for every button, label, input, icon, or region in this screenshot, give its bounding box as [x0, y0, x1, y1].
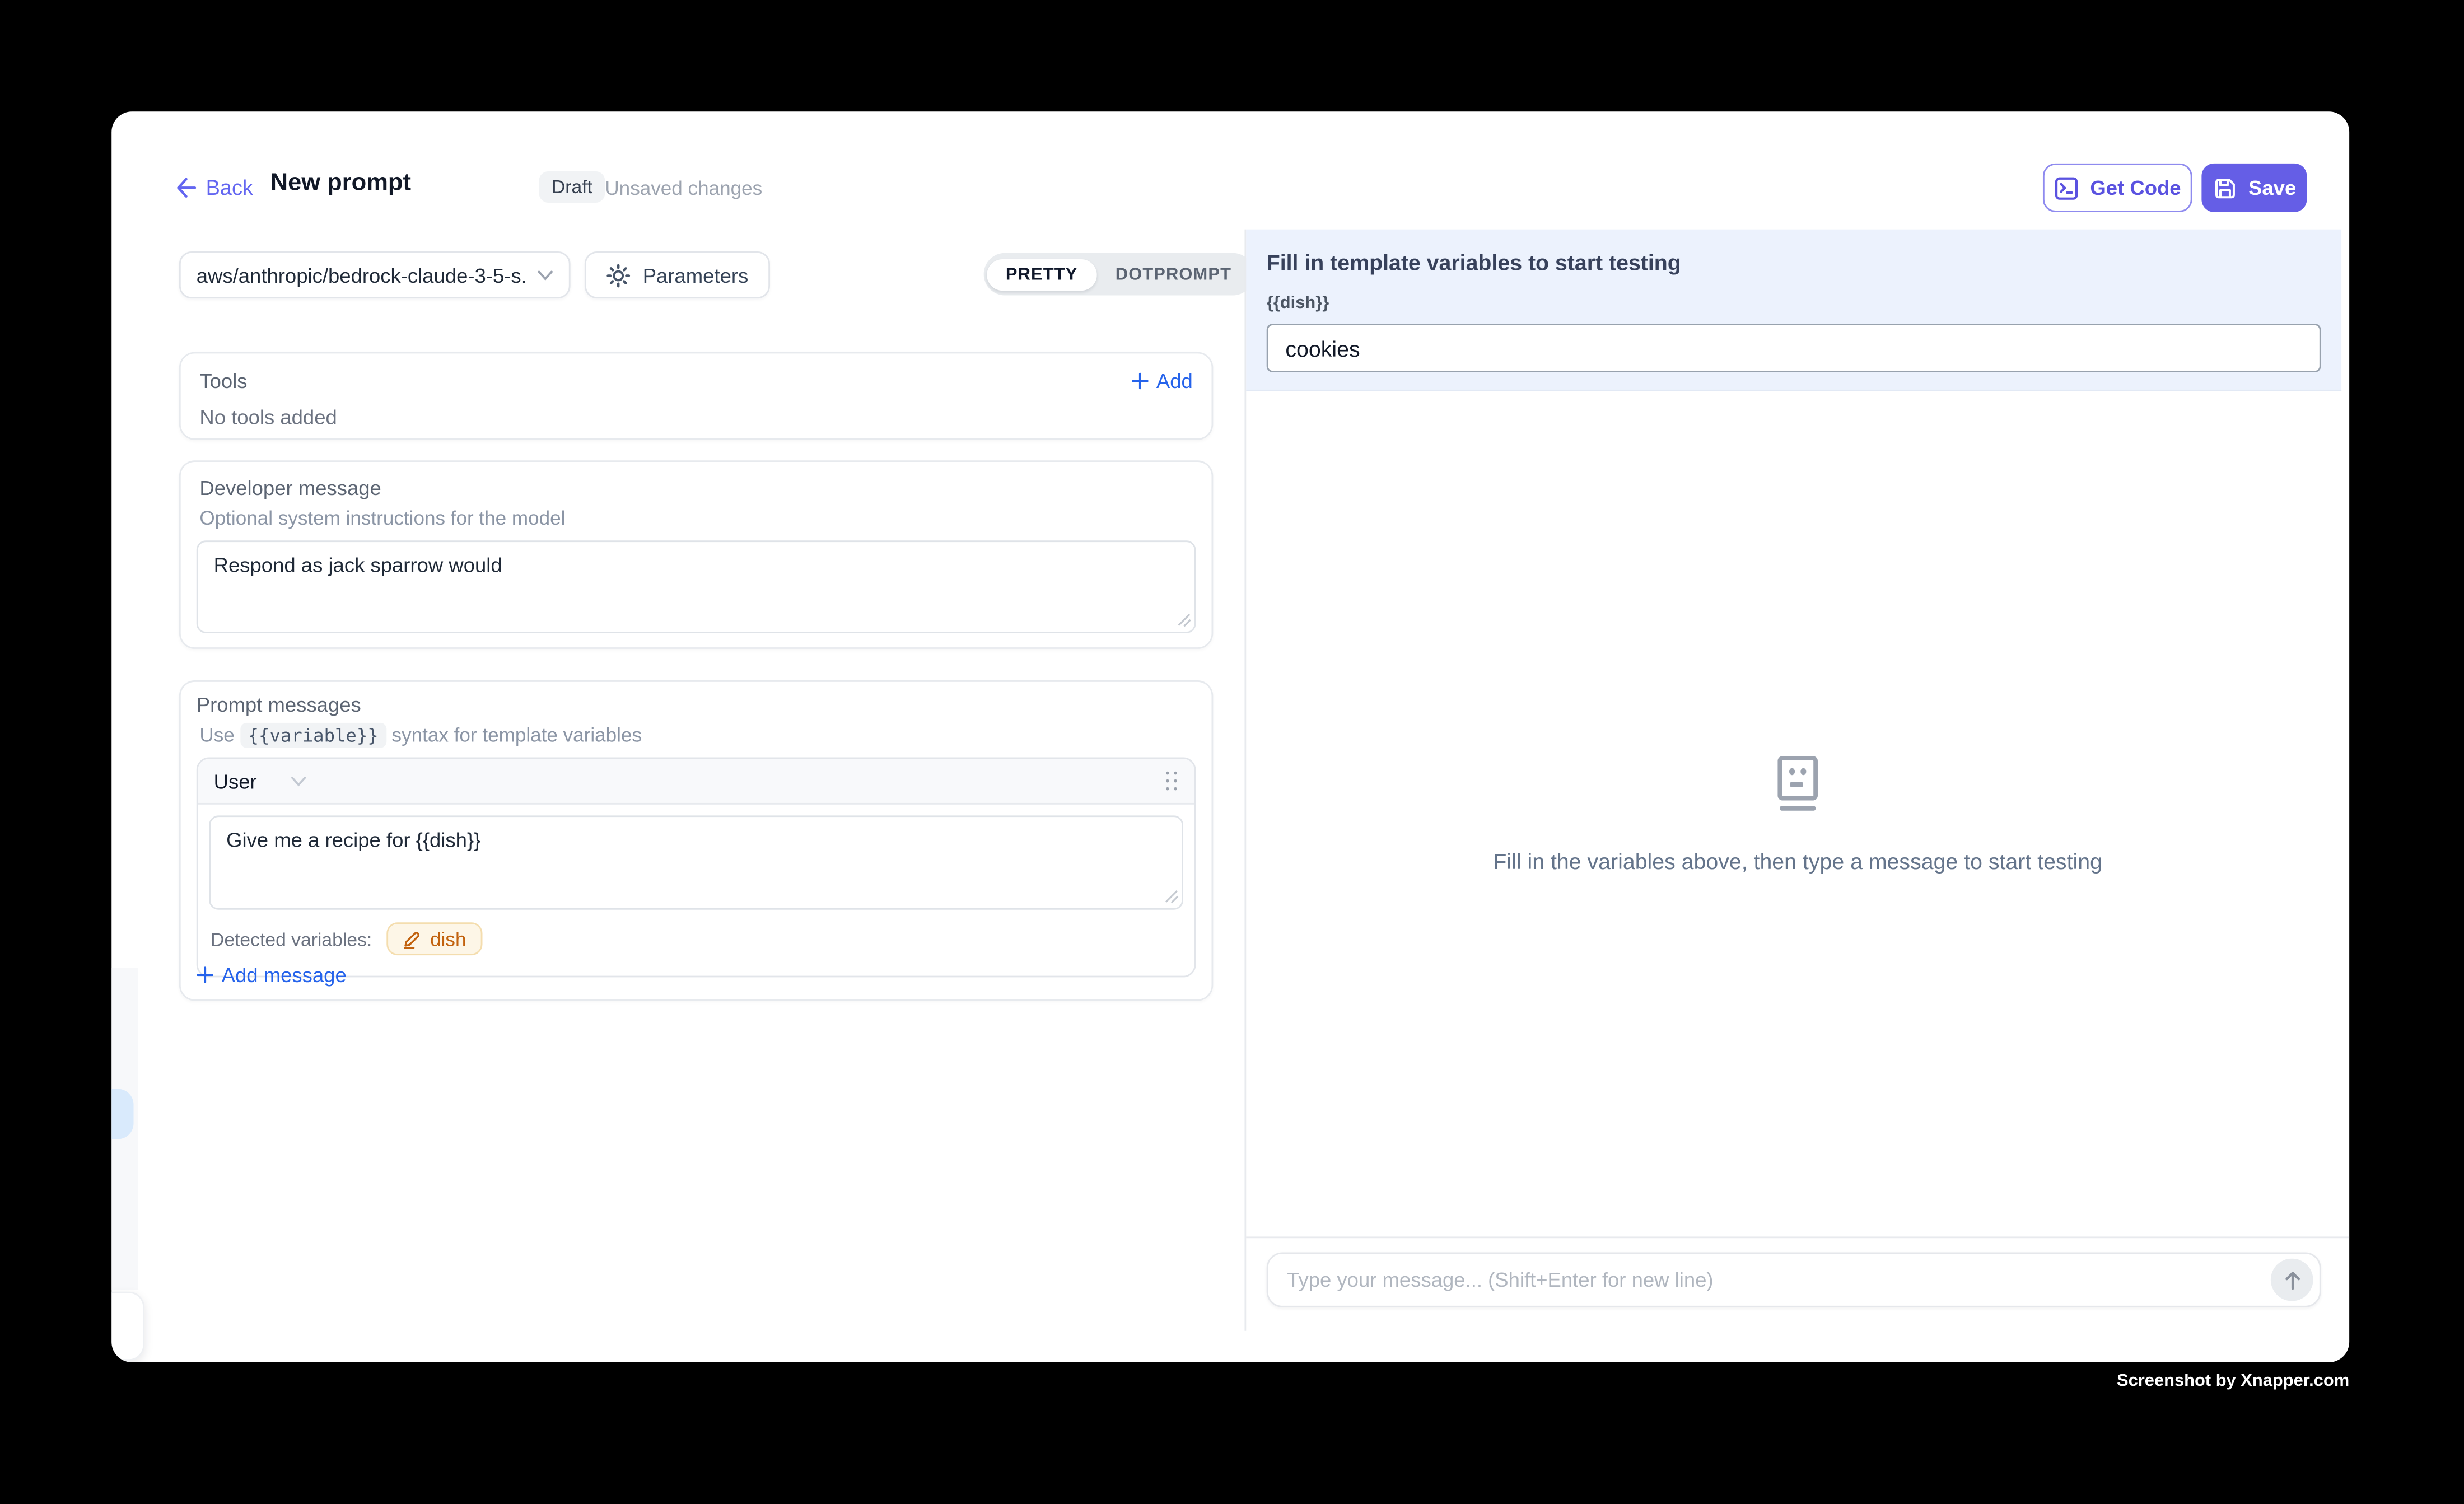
variable-badge-label: dish — [430, 928, 466, 950]
role-select-value: User — [214, 769, 257, 793]
watermark-text: Screenshot by Xnapper.com — [2117, 1372, 2349, 1391]
arrow-left-icon — [174, 178, 196, 198]
unsaved-changes-text: Unsaved changes — [605, 178, 762, 199]
get-code-label: Get Code — [2090, 176, 2181, 199]
screenshot-stage: Back New prompt Draft Unsaved changes Ge… — [0, 0, 2464, 1503]
tab-dotprompt[interactable]: DOTPROMPT — [1096, 259, 1250, 290]
parameters-label: Parameters — [643, 263, 749, 287]
gear-icon — [606, 263, 630, 287]
add-tool-label: Add — [1156, 369, 1193, 393]
cropped-sidebar-active-item — [111, 1089, 133, 1139]
save-icon — [2212, 175, 2237, 200]
variable-badge-dish[interactable]: dish — [386, 922, 482, 955]
role-select[interactable]: User — [214, 769, 307, 793]
add-tool-button[interactable]: Add — [1131, 369, 1193, 393]
pencil-icon — [402, 930, 421, 949]
plus-icon — [197, 966, 214, 984]
send-button[interactable] — [2271, 1259, 2313, 1301]
variable-name-label: {{dish}} — [1267, 294, 2341, 313]
message-block: User Give me a recipe for {{dish}} Detec… — [197, 758, 1196, 978]
back-label: Back — [206, 176, 253, 199]
save-button[interactable]: Save — [2201, 164, 2307, 212]
chevron-down-icon — [538, 269, 553, 281]
cropped-sidebar-card — [111, 1292, 144, 1361]
tab-pretty[interactable]: PRETTY — [987, 259, 1096, 290]
plus-icon — [1131, 372, 1149, 390]
prompt-messages-card: Prompt messages Use {{variable}} syntax … — [179, 680, 1213, 1001]
bot-screen-icon — [1771, 754, 1824, 812]
terminal-square-icon — [2054, 175, 2079, 200]
model-select-value: aws/anthropic/bedrock-claude-3-5-s... — [197, 263, 525, 287]
drag-handle-icon[interactable] — [1165, 772, 1179, 791]
status-badge: Draft — [539, 171, 605, 203]
prompt-editor-window: Back New prompt Draft Unsaved changes Ge… — [111, 111, 2349, 1362]
prompt-messages-hint: Use {{variable}} syntax for template var… — [199, 725, 1196, 746]
detected-variables-label: Detected variables: — [211, 928, 372, 950]
developer-message-label: Developer message — [199, 476, 1196, 499]
add-message-label: Add message — [222, 963, 347, 987]
save-label: Save — [2248, 176, 2296, 199]
developer-message-hint: Optional system instructions for the mod… — [199, 507, 1196, 529]
get-code-button[interactable]: Get Code — [2043, 164, 2192, 212]
developer-message-card: Developer message Optional system instru… — [179, 460, 1213, 649]
hint-prefix: Use — [199, 725, 234, 746]
prompt-messages-label: Prompt messages — [197, 693, 1196, 716]
chevron-down-icon — [291, 776, 307, 787]
composer-divider — [1246, 1236, 2349, 1238]
back-button[interactable]: Back — [174, 176, 253, 199]
message-composer — [1267, 1252, 2321, 1307]
view-mode-toggle: PRETTY DOTPROMPT — [984, 253, 1254, 296]
tools-card: Tools Add No tools added — [179, 352, 1213, 440]
hint-suffix: syntax for template variables — [392, 725, 642, 746]
parameters-button[interactable]: Parameters — [585, 251, 771, 298]
chat-empty-state: Fill in the variables above, then type a… — [1246, 391, 2349, 1237]
developer-message-textarea[interactable]: Respond as jack sparrow would — [197, 540, 1196, 633]
chat-empty-text: Fill in the variables above, then type a… — [1493, 848, 2102, 874]
tools-label: Tools — [199, 369, 247, 393]
variable-syntax-chip: {{variable}} — [240, 723, 386, 748]
model-select[interactable]: aws/anthropic/bedrock-claude-3-5-s... — [179, 251, 571, 298]
arrow-up-icon — [2283, 1271, 2302, 1290]
add-message-button[interactable]: Add message — [197, 963, 347, 987]
page-title: New prompt — [270, 170, 411, 198]
template-variables-panel: Fill in template variables to start test… — [1246, 230, 2341, 391]
variable-value-input[interactable] — [1267, 324, 2321, 372]
message-textarea[interactable]: Give me a recipe for {{dish}} — [209, 815, 1183, 909]
chat-message-input[interactable] — [1287, 1268, 2271, 1292]
message-header: User — [198, 759, 1194, 804]
template-variables-title: Fill in template variables to start test… — [1267, 250, 2341, 275]
tools-empty-text: No tools added — [199, 405, 1192, 429]
